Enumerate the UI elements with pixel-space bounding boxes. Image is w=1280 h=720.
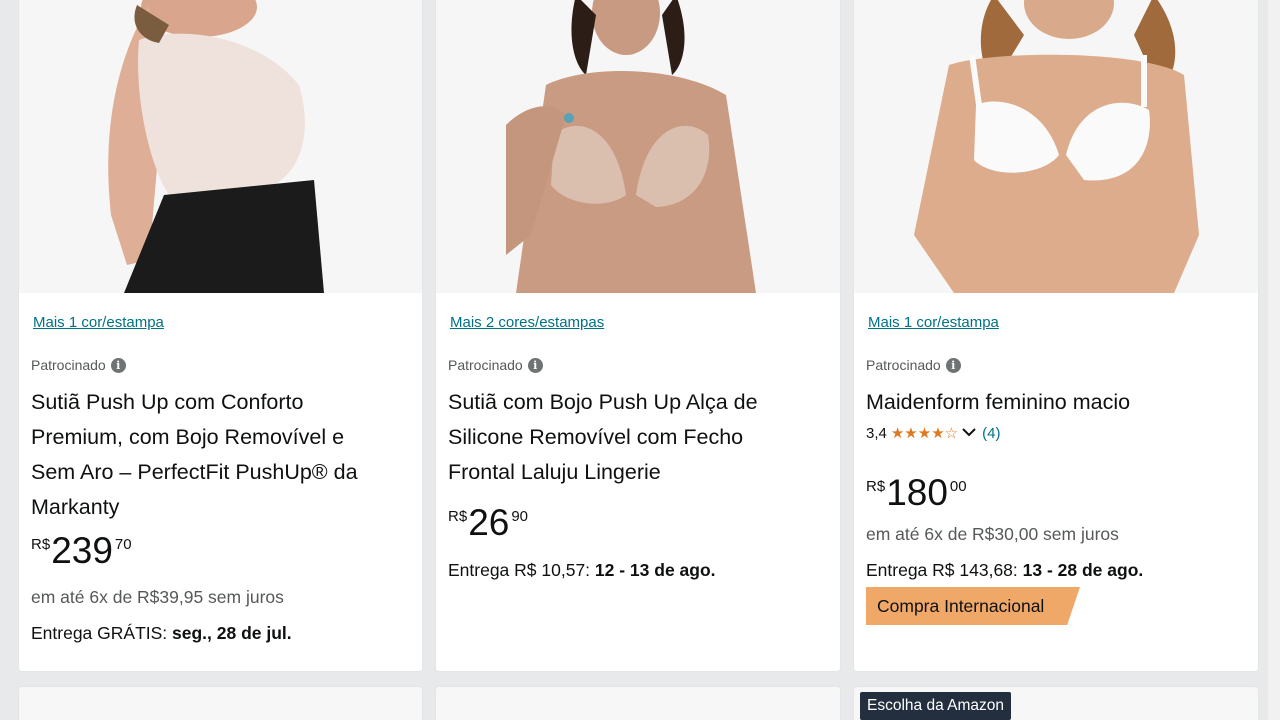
product-card[interactable]: Mais 2 cores/estampas Patrocinado i Suti… xyxy=(435,0,841,672)
title-line[interactable]: Maidenform feminino macio xyxy=(866,385,1130,420)
installments: em até 6x de R$39,95 sem juros xyxy=(31,587,284,607)
delivery-date: 12 - 13 de ago. xyxy=(594,560,716,580)
product-image[interactable] xyxy=(854,0,1258,293)
delivery-prefix: Entrega R$ 10,57: xyxy=(448,560,595,580)
rating-count-link[interactable]: (4) xyxy=(982,425,1000,442)
title-line[interactable]: Silicone Removível com Fecho xyxy=(448,420,758,455)
product-image[interactable] xyxy=(436,0,840,293)
sponsored-text: Patrocinado xyxy=(866,357,941,373)
title-line[interactable]: Sem Aro – PerfectFit PushUp® da xyxy=(31,455,358,490)
rating[interactable]: 3,4 ★★★★☆ (4) xyxy=(866,424,1000,443)
price[interactable]: R$ 180 00 xyxy=(866,473,967,513)
title-line[interactable]: Frontal Laluju Lingerie xyxy=(448,455,758,490)
info-icon[interactable]: i xyxy=(527,357,543,373)
price-fraction: 90 xyxy=(511,508,529,525)
price-symbol: R$ xyxy=(448,508,468,525)
rating-value: 3,4 xyxy=(866,424,887,442)
delivery-info: Entrega GRÁTIS: seg., 28 de jul. xyxy=(31,623,292,644)
delivery-prefix: Entrega R$ 143,68: xyxy=(866,560,1023,580)
price-whole: 239 xyxy=(51,530,113,571)
delivery-info: Entrega R$ 10,57: 12 - 13 de ago. xyxy=(448,560,716,581)
price[interactable]: R$ 26 90 xyxy=(448,503,528,543)
price-symbol: R$ xyxy=(31,536,51,553)
title-line[interactable]: Markanty xyxy=(31,490,358,525)
more-colors-link[interactable]: Mais 1 cor/estampa xyxy=(868,314,999,331)
info-icon[interactable]: i xyxy=(110,357,126,373)
price-symbol: R$ xyxy=(866,478,886,495)
more-colors-link[interactable]: Mais 2 cores/estampas xyxy=(450,314,604,331)
more-colors-link[interactable]: Mais 1 cor/estampa xyxy=(33,314,164,331)
product-image[interactable] xyxy=(19,0,422,293)
product-card[interactable]: Mais 1 cor/estampa Patrocinado i Sutiã P… xyxy=(18,0,423,672)
amazon-choice-badge: Escolha da Amazon xyxy=(860,692,1012,720)
product-title[interactable]: Sutiã Push Up com Conforto Premium, com … xyxy=(31,385,358,525)
star-rating-icon[interactable]: ★★★★☆ xyxy=(891,424,958,442)
chevron-down-icon[interactable] xyxy=(961,425,977,441)
delivery-prefix: Entrega GRÁTIS: xyxy=(31,623,173,643)
price-whole: 180 xyxy=(886,472,948,513)
delivery-info: Entrega R$ 143,68: 13 - 28 de ago. xyxy=(866,560,1143,581)
international-purchase-badge: Compra Internacional xyxy=(866,587,1080,625)
product-card[interactable] xyxy=(18,686,423,720)
info-icon[interactable]: i xyxy=(945,357,961,373)
price[interactable]: R$ 239 70 xyxy=(31,531,132,571)
product-title[interactable]: Sutiã com Bojo Push Up Alça de Silicone … xyxy=(448,385,758,490)
title-line[interactable]: Sutiã com Bojo Push Up Alça de xyxy=(448,385,758,420)
price-fraction: 70 xyxy=(114,536,132,553)
sponsored-label[interactable]: Patrocinado i xyxy=(866,357,961,373)
title-line[interactable]: Sutiã Push Up com Conforto xyxy=(31,385,358,420)
sponsored-text: Patrocinado xyxy=(31,357,106,373)
price-fraction: 00 xyxy=(949,478,967,495)
delivery-date: seg., 28 de jul. xyxy=(172,623,292,643)
product-card[interactable]: Mais 1 cor/estampa Patrocinado i Maidenf… xyxy=(853,0,1259,672)
sponsored-text: Patrocinado xyxy=(448,357,523,373)
delivery-date: 13 - 28 de ago. xyxy=(1022,560,1144,580)
price-whole: 26 xyxy=(468,502,510,543)
scrollbar[interactable] xyxy=(1268,0,1280,720)
installments: em até 6x de R$30,00 sem juros xyxy=(866,524,1119,544)
sponsored-label[interactable]: Patrocinado i xyxy=(31,357,126,373)
sponsored-label[interactable]: Patrocinado i xyxy=(448,357,543,373)
product-card[interactable] xyxy=(435,686,841,720)
product-title[interactable]: Maidenform feminino macio xyxy=(866,385,1130,420)
title-line[interactable]: Premium, com Bojo Removível e xyxy=(31,420,358,455)
